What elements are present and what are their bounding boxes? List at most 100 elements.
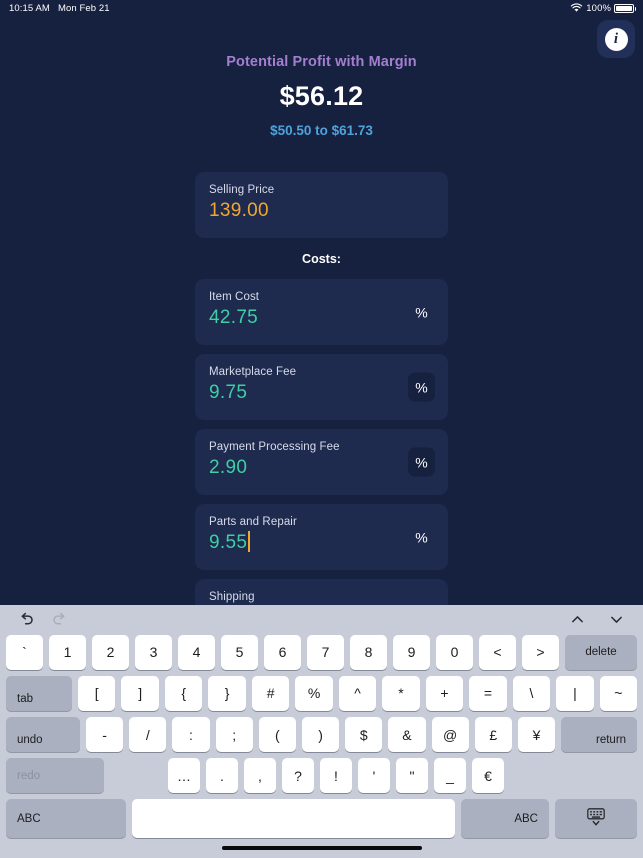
battery-icon bbox=[614, 3, 636, 13]
key-pound[interactable]: £ bbox=[474, 717, 512, 753]
key-undo[interactable]: undo bbox=[6, 717, 80, 753]
key-comma[interactable]: , bbox=[244, 758, 276, 794]
percent-toggle[interactable]: % bbox=[408, 523, 435, 552]
key-tilde[interactable]: ~ bbox=[599, 675, 638, 712]
selling-price-input[interactable]: 139.00 bbox=[209, 200, 269, 222]
status-date: Mon Feb 21 bbox=[57, 2, 110, 14]
cost-card-shipping[interactable]: Shipping % bbox=[195, 579, 448, 605]
key-delete[interactable]: delete bbox=[565, 634, 637, 670]
key-plus[interactable]: + bbox=[425, 675, 464, 712]
cost-card-marketplace-fee[interactable]: Marketplace Fee 9.75 % bbox=[195, 354, 448, 420]
key-percent[interactable]: % bbox=[295, 675, 333, 712]
key-tab[interactable]: tab bbox=[6, 675, 72, 712]
keyboard-row-3: undo - / : ; ( ) $ & @ £ ¥ return bbox=[4, 717, 639, 753]
cost-label: Marketplace Fee bbox=[209, 366, 297, 378]
key-2[interactable]: 2 bbox=[92, 634, 129, 670]
profit-summary: Potential Profit with Margin $56.12 $50.… bbox=[0, 16, 643, 138]
key-0[interactable]: 0 bbox=[436, 634, 473, 670]
key-euro[interactable]: € bbox=[472, 758, 504, 794]
keyboard-toolbar-right bbox=[569, 611, 625, 628]
fields-list: Selling Price 139.00 Costs: Item Cost 42… bbox=[195, 172, 448, 605]
home-bar[interactable] bbox=[221, 846, 422, 851]
percent-toggle[interactable]: % bbox=[408, 372, 435, 402]
key-hash[interactable]: # bbox=[251, 675, 290, 712]
key-semicolon[interactable]: ; bbox=[215, 717, 253, 753]
keyboard-spacer-right bbox=[510, 758, 637, 793]
key-caret[interactable]: ^ bbox=[338, 675, 377, 712]
key-ampersand[interactable]: & bbox=[388, 717, 426, 753]
key-greater-than[interactable]: > bbox=[522, 634, 559, 670]
cost-input[interactable]: 2.90 bbox=[209, 457, 247, 479]
undo-icon[interactable] bbox=[18, 611, 35, 628]
key-exclamation[interactable]: ! bbox=[320, 758, 352, 794]
key-pipe[interactable]: | bbox=[556, 675, 594, 712]
key-asterisk[interactable]: * bbox=[382, 675, 420, 712]
costs-heading: Costs: bbox=[302, 252, 341, 266]
key-brace-right[interactable]: } bbox=[208, 675, 246, 712]
text-cursor bbox=[248, 531, 251, 552]
info-icon: i bbox=[604, 27, 628, 51]
key-space[interactable] bbox=[132, 799, 455, 839]
key-brace-left[interactable]: { bbox=[164, 675, 203, 712]
key-period[interactable]: . bbox=[206, 758, 238, 794]
cost-label: Payment Processing Fee bbox=[209, 441, 340, 453]
key-9[interactable]: 9 bbox=[393, 634, 430, 670]
percent-toggle[interactable]: % bbox=[408, 447, 435, 477]
key-colon[interactable]: : bbox=[172, 717, 210, 753]
key-bracket-right[interactable]: ] bbox=[121, 675, 159, 712]
key-5[interactable]: 5 bbox=[221, 634, 258, 670]
key-6[interactable]: 6 bbox=[264, 634, 301, 670]
cost-card-item-cost[interactable]: Item Cost 42.75 % bbox=[195, 279, 448, 345]
key-underscore[interactable]: _ bbox=[434, 758, 466, 794]
key-dismiss-keyboard[interactable] bbox=[555, 799, 637, 839]
key-backslash[interactable]: \ bbox=[512, 675, 551, 712]
keyboard-spacer-left bbox=[110, 758, 162, 793]
key-paren-left[interactable]: ( bbox=[258, 717, 296, 753]
percent-toggle[interactable]: % bbox=[408, 298, 435, 327]
chevron-up-icon[interactable] bbox=[569, 611, 586, 628]
profit-amount: $56.12 bbox=[279, 81, 364, 111]
keyboard-toolbar-left bbox=[18, 611, 68, 628]
key-slash[interactable]: / bbox=[129, 717, 167, 753]
key-7[interactable]: 7 bbox=[307, 634, 344, 670]
key-question[interactable]: ? bbox=[282, 758, 314, 794]
key-at[interactable]: @ bbox=[431, 717, 469, 753]
key-apostrophe[interactable]: ' bbox=[358, 758, 390, 794]
key-backtick[interactable]: ` bbox=[6, 634, 43, 670]
cost-label: Parts and Repair bbox=[209, 516, 297, 528]
selling-price-label: Selling Price bbox=[209, 184, 275, 196]
status-bar-right: 100% bbox=[570, 3, 636, 14]
cost-input[interactable]: 42.75 bbox=[209, 307, 258, 329]
key-1[interactable]: 1 bbox=[49, 634, 86, 670]
key-return[interactable]: return bbox=[561, 717, 638, 753]
key-yen[interactable]: ¥ bbox=[517, 717, 556, 753]
key-8[interactable]: 8 bbox=[350, 634, 387, 670]
cost-input[interactable]: 9.55 bbox=[209, 532, 247, 554]
profit-range: $50.50 to $61.73 bbox=[270, 123, 373, 138]
key-hyphen[interactable]: - bbox=[86, 717, 124, 753]
cost-label: Shipping bbox=[209, 591, 255, 603]
key-quote[interactable]: " bbox=[396, 758, 428, 794]
cost-card-payment-processing-fee[interactable]: Payment Processing Fee 2.90 % bbox=[195, 429, 448, 495]
key-ellipsis[interactable]: … bbox=[168, 758, 200, 794]
keyboard-row-4: redo … . , ? ! ' " _ € bbox=[4, 758, 639, 794]
keyboard-row-2: tab [ ] { } # % ^ * + = \ | ~ bbox=[4, 675, 639, 712]
percent-toggle[interactable]: % bbox=[408, 598, 435, 605]
selling-price-card[interactable]: Selling Price 139.00 bbox=[195, 172, 448, 238]
cost-input[interactable]: 9.75 bbox=[209, 382, 247, 404]
key-equals[interactable]: = bbox=[469, 675, 507, 712]
key-paren-right[interactable]: ) bbox=[301, 717, 340, 753]
profit-title: Potential Profit with Margin bbox=[226, 54, 417, 70]
key-4[interactable]: 4 bbox=[178, 634, 215, 670]
info-button[interactable]: i bbox=[597, 20, 635, 58]
chevron-down-icon[interactable] bbox=[608, 611, 625, 628]
key-abc-left[interactable]: ABC bbox=[6, 799, 126, 839]
key-dollar[interactable]: $ bbox=[345, 717, 383, 753]
on-screen-keyboard: ` 1 2 3 4 5 6 7 8 9 0 < > delete tab [ ]… bbox=[0, 605, 643, 858]
key-less-than[interactable]: < bbox=[479, 634, 516, 670]
key-3[interactable]: 3 bbox=[135, 634, 172, 670]
keyboard-dismiss-icon bbox=[585, 807, 607, 830]
key-bracket-left[interactable]: [ bbox=[78, 675, 116, 712]
key-abc-right[interactable]: ABC bbox=[461, 799, 549, 839]
cost-card-parts-and-repair[interactable]: Parts and Repair 9.55 % bbox=[195, 504, 448, 570]
